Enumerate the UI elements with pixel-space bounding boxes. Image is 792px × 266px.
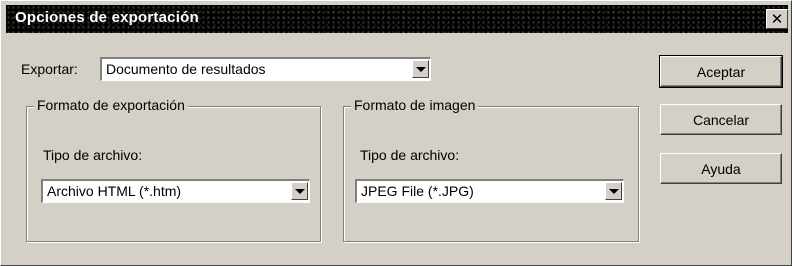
image-format-group: Formato de imagen Tipo de archivo: JPEG … bbox=[343, 97, 639, 242]
accept-button[interactable]: Aceptar bbox=[659, 55, 783, 88]
chevron-down-icon[interactable] bbox=[291, 182, 308, 200]
export-options-dialog: Opciones de exportación ✕ Exportar: Docu… bbox=[0, 0, 792, 266]
help-button[interactable]: Ayuda bbox=[660, 153, 782, 184]
image-file-type-select[interactable]: JPEG File (*.JPG) bbox=[355, 179, 624, 203]
image-format-group-title: Formato de imagen bbox=[351, 97, 479, 113]
cancel-button[interactable]: Cancelar bbox=[660, 104, 782, 135]
title-bar[interactable]: Opciones de exportación ✕ bbox=[6, 5, 788, 33]
export-format-group: Formato de exportación Tipo de archivo: … bbox=[26, 97, 321, 242]
export-format-group-title: Formato de exportación bbox=[34, 97, 188, 113]
export-file-type-select[interactable]: Archivo HTML (*.htm) bbox=[41, 179, 310, 203]
export-label: Exportar: bbox=[21, 61, 78, 77]
close-icon: ✕ bbox=[770, 10, 784, 28]
image-file-type-label: Tipo de archivo: bbox=[360, 147, 460, 163]
chevron-down-icon[interactable] bbox=[412, 60, 429, 78]
export-file-type-label: Tipo de archivo: bbox=[43, 147, 143, 163]
dialog-title: Opciones de exportación bbox=[15, 9, 199, 26]
export-select[interactable]: Documento de resultados bbox=[100, 57, 431, 81]
image-file-type-value: JPEG File (*.JPG) bbox=[361, 183, 474, 199]
export-file-type-value: Archivo HTML (*.htm) bbox=[47, 183, 182, 199]
close-button[interactable]: ✕ bbox=[766, 9, 788, 29]
chevron-down-icon[interactable] bbox=[605, 182, 622, 200]
export-select-value: Documento de resultados bbox=[106, 61, 266, 77]
